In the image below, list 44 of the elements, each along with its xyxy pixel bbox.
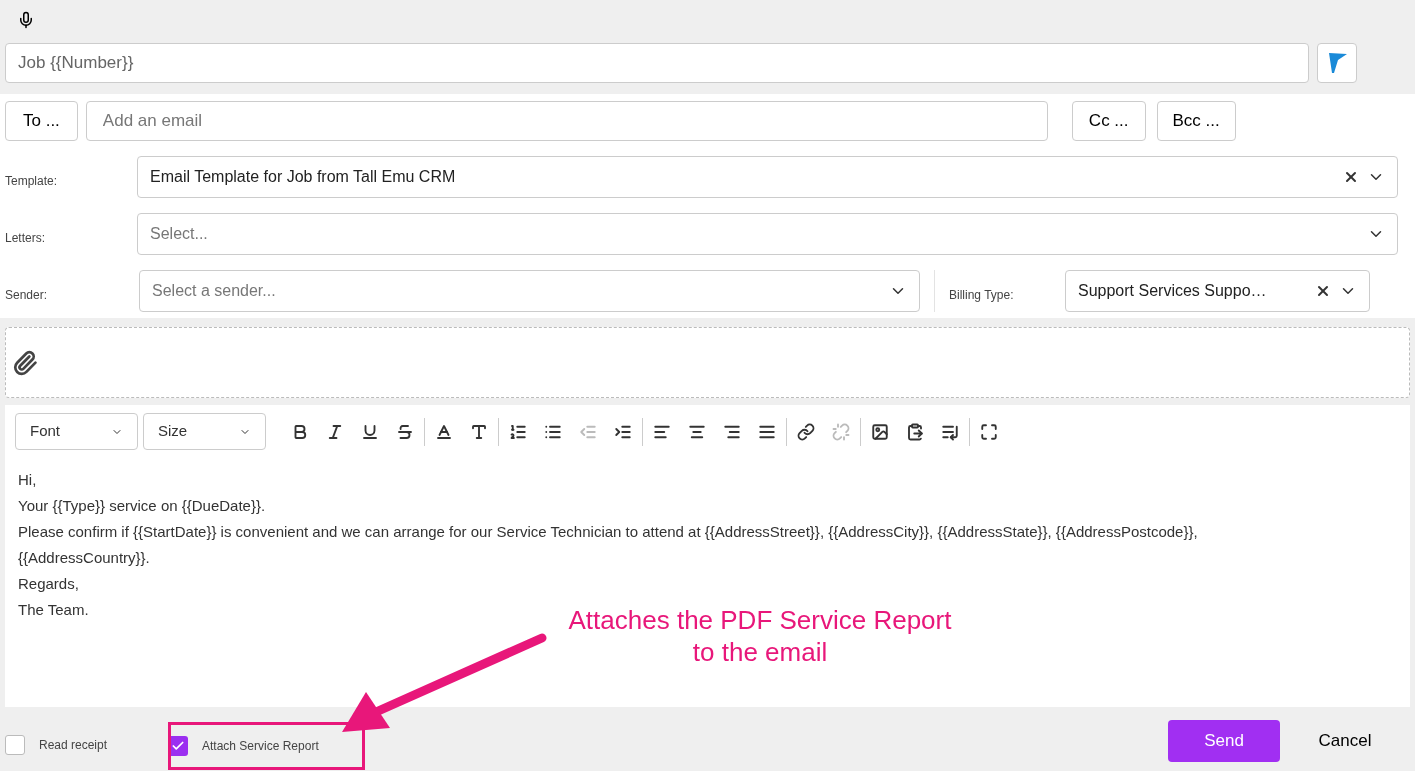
cc-button[interactable]: Cc ...: [1071, 101, 1146, 141]
body-text-line: Regards,: [18, 574, 79, 594]
clear-icon[interactable]: [1315, 283, 1331, 299]
body-text-line: Please confirm if {{StartDate}} is convenient and we can arrange for our Service Technician to attend at {{AddressStreet}}, {{AddressCity}}, {{AddressState}}, {{AddressPostcode}},: [18, 522, 1198, 542]
body-text-line: {{AddressCountry}}.: [18, 548, 150, 568]
strikethrough-icon: [396, 422, 414, 441]
maximize-icon: [980, 422, 998, 441]
subject-field[interactable]: Job {{Number}}: [5, 43, 1309, 83]
field-label: Template:: [5, 173, 59, 190]
text-color-icon: [435, 422, 453, 441]
flag-button[interactable]: [1317, 43, 1357, 83]
italic-icon: [326, 422, 344, 441]
checkbox[interactable]: [5, 735, 25, 755]
checkbox-label: Attach Service Report: [202, 738, 319, 755]
paperclip-icon[interactable]: [12, 349, 38, 376]
body-text-line: The Team.: [18, 600, 89, 620]
paste-icon: [906, 422, 924, 441]
field-label: Billing Type:: [948, 287, 1015, 304]
checkbox-label: Read receipt: [39, 737, 108, 754]
link-icon: [797, 422, 815, 441]
billing-type-select[interactable]: Support Services Suppo…: [1065, 270, 1370, 312]
email-field[interactable]: Add an email: [85, 101, 1048, 141]
font-select[interactable]: Font: [15, 413, 138, 450]
send-button[interactable]: Send: [1168, 720, 1280, 762]
to-button[interactable]: To ...: [5, 101, 78, 141]
template-select[interactable]: Email Template for Job from Tall Emu CRM: [137, 156, 1398, 198]
cancel-button[interactable]: Cancel: [1280, 720, 1410, 762]
field-label: Sender:: [5, 287, 49, 304]
numbered-list-icon: [509, 422, 527, 441]
letters-select[interactable]: Select...: [137, 213, 1398, 255]
image-icon: [871, 422, 889, 441]
sender-select[interactable]: Select a sender...: [139, 270, 920, 312]
unlink-icon: [832, 422, 850, 441]
bcc-button[interactable]: Bcc ...: [1156, 101, 1236, 141]
underline-icon: [361, 422, 379, 441]
flag-icon: [1326, 51, 1348, 75]
field-label: Letters:: [5, 230, 47, 247]
clear-icon[interactable]: [1343, 169, 1359, 185]
check-icon: [171, 739, 185, 753]
size-select[interactable]: Size: [143, 413, 266, 450]
body-text-line: Hi,: [18, 470, 37, 490]
body-text-line: Your {{Type}} service on {{DueDate}}.: [18, 496, 266, 516]
microphone-icon[interactable]: [17, 11, 35, 29]
annotation-text: Attaches the PDF Service Report to the email: [567, 604, 953, 668]
